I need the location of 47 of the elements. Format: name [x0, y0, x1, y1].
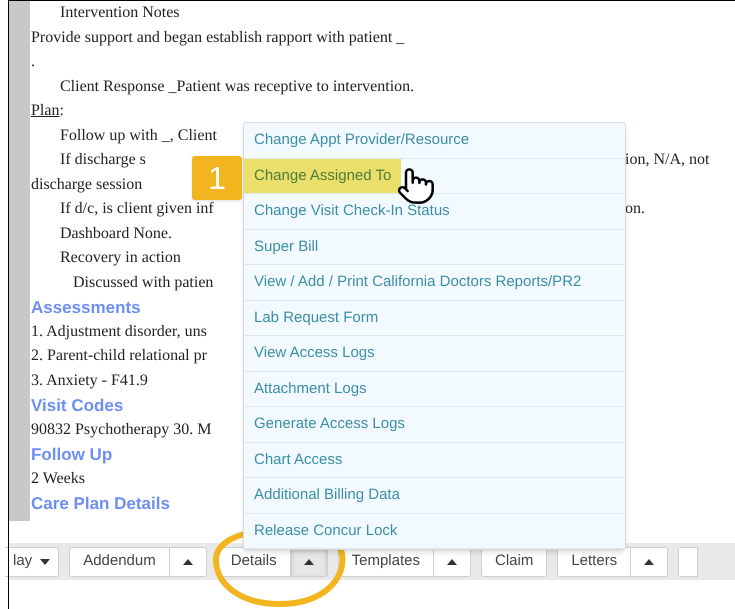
note-text: Client Response _Patient was receptive to intervention.	[60, 76, 414, 97]
menu-item[interactable]: Change Assigned To	[244, 158, 402, 193]
colon-text: :	[59, 101, 64, 122]
note-text: Follow up with _, Client	[60, 126, 217, 146]
menu-item[interactable]: Change Appt Provider/Resource	[244, 123, 480, 158]
note-text: 3. Anxiety - F41.9	[31, 370, 148, 391]
caret-up-icon	[182, 558, 193, 564]
menu-item[interactable]: View Access Logs	[244, 336, 385, 370]
menu-item[interactable]: Super Bill	[244, 230, 328, 264]
note-text: If d/c, is client given inf	[60, 199, 214, 220]
menu-item[interactable]: Release Concur Lock	[244, 514, 408, 548]
section-heading: Care Plan Details	[31, 492, 170, 514]
note-text: 1. Adjustment disorder, uns	[31, 322, 207, 342]
note-text: ion, N/A, not	[625, 150, 710, 170]
dropdown-button[interactable]: lay	[5, 546, 60, 576]
note-text: 2. Parent-child relational pr	[31, 346, 207, 366]
menu-item[interactable]: Additional Billing Data	[244, 478, 410, 512]
note-text: .	[31, 52, 35, 72]
note-text: Intervention Notes	[60, 3, 180, 24]
caret-up-icon	[304, 558, 314, 564]
note-text: discharge session	[31, 174, 142, 195]
menu-toggle-button[interactable]	[631, 546, 668, 576]
menu-toggle-button[interactable]	[170, 546, 207, 576]
note-text: 90832 Psychotherapy 30. M	[31, 420, 212, 440]
note-text: If discharge s	[60, 150, 146, 170]
note-text: 2 Weeks	[31, 468, 85, 489]
caret-up-icon	[644, 558, 654, 564]
hand-cursor-icon	[396, 166, 436, 206]
menu-item[interactable]: Attachment Logs	[244, 372, 377, 406]
menu-item[interactable]: View / Add / Print California Doctors Reports/PR2	[244, 265, 592, 300]
section-heading: Assessments	[31, 296, 141, 318]
menu-item[interactable]: Change Visit Check-In Status	[244, 194, 460, 228]
section-heading: Visit Codes	[31, 394, 124, 416]
menu-item[interactable]: Chart Access	[244, 442, 352, 477]
note-text: Dashboard None.	[60, 224, 172, 244]
toolbar-button[interactable]: Addendum	[69, 546, 170, 576]
caret-down-icon	[40, 558, 50, 564]
note-text: Recovery in action	[60, 248, 181, 268]
menu-item[interactable]: Lab Request Form	[244, 300, 388, 335]
step-badge: 1	[192, 156, 242, 200]
note-label: Plan	[31, 101, 60, 122]
note-text: Discussed with patien	[73, 272, 214, 293]
note-text: Provide support and began establish rapport with patient _	[31, 28, 404, 48]
menu-item[interactable]: Generate Access Logs	[244, 407, 415, 442]
caret-up-icon	[446, 558, 457, 564]
note-text: on.	[625, 199, 645, 220]
section-heading: Follow Up	[31, 444, 112, 466]
